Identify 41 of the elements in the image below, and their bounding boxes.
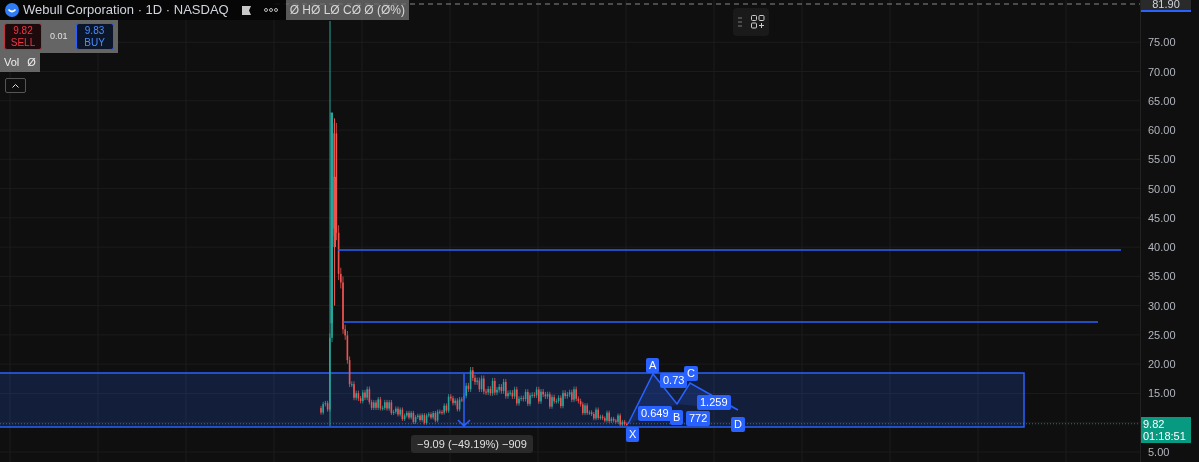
pattern-ratio-label: 1.259	[697, 395, 731, 410]
logo-icon	[5, 3, 19, 17]
volume-label: Vol	[4, 55, 20, 71]
measure-label: −9.09 (−49.19%) −909	[411, 435, 533, 453]
more-icon[interactable]	[263, 7, 278, 13]
price-axis-label: 55.00	[1148, 152, 1176, 167]
spread-value: 0.01	[50, 29, 68, 43]
pattern-point-label: A	[646, 358, 660, 373]
pattern-ratio-label: 772	[686, 411, 711, 426]
price-axis-label: 5.00	[1148, 444, 1170, 459]
chevron-up-icon	[12, 83, 19, 88]
pattern-ratio-label: 0.649	[638, 406, 672, 421]
add-layout-icon[interactable]	[750, 15, 765, 29]
price-axis-label: 40.00	[1148, 240, 1176, 255]
current-price: 9.82	[1143, 417, 1166, 430]
pattern-ratio-label: 0.73	[660, 373, 688, 388]
pattern-point-label: B	[670, 410, 684, 425]
price-axis-label: 15.00	[1148, 386, 1176, 401]
price-axis-label: 45.00	[1148, 210, 1176, 225]
price-axis-label: 65.00	[1148, 93, 1176, 108]
price-axis-label: 60.00	[1148, 123, 1176, 138]
flag-icon[interactable]	[240, 4, 252, 16]
volume-value: Ø	[27, 55, 36, 71]
price-axis-label: 30.00	[1148, 298, 1176, 313]
price-axis-label: 35.00	[1148, 269, 1176, 284]
ohlc-values: Ø HØ LØ CØ Ø (Ø%)	[285, 0, 409, 20]
sell-button[interactable]: 9.82 SELL	[4, 23, 42, 50]
high-price-label: 81.90	[1141, 0, 1191, 12]
price-axis-label: 70.00	[1148, 64, 1176, 79]
collapse-button[interactable]	[5, 78, 26, 93]
bar-countdown: 01:18:51	[1143, 429, 1187, 442]
symbol-title: Webull Corporation · 1D · NASDAQ	[23, 1, 229, 20]
price-axis-label: 20.00	[1148, 357, 1176, 372]
pattern-point-label: D	[731, 417, 745, 432]
measure-arrow[interactable]	[457, 373, 471, 428]
price-axis-label: 50.00	[1148, 181, 1176, 196]
price-axis-label: 25.00	[1148, 327, 1176, 342]
drag-handle-icon[interactable]	[737, 17, 742, 27]
buy-button[interactable]: 9.83 BUY	[75, 23, 114, 50]
price-axis-label: 75.00	[1148, 35, 1176, 50]
pattern-point-label: X	[626, 427, 640, 442]
